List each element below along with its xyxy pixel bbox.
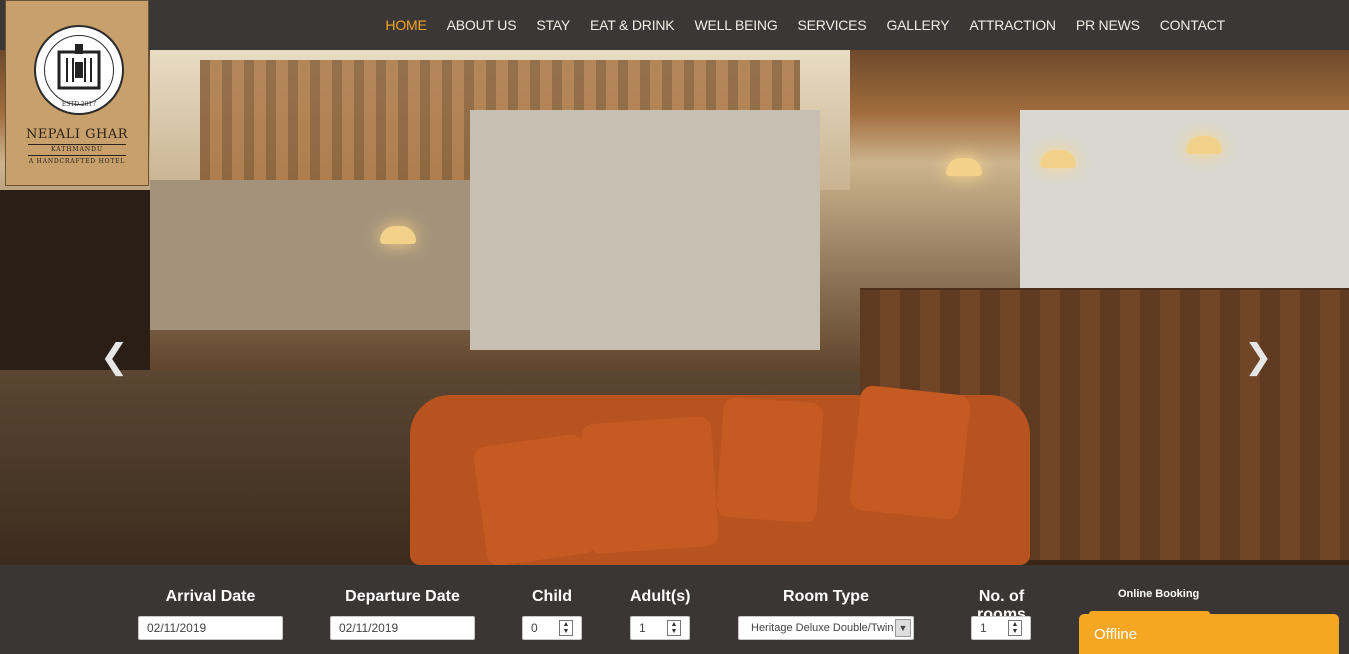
- departure-date-label: Departure Date: [345, 588, 460, 605]
- child-input[interactable]: 0 ▲ ▼: [522, 616, 582, 640]
- nav-home[interactable]: HOME: [375, 17, 436, 33]
- hero-dining-wall: [150, 180, 470, 330]
- adults-value: 1: [639, 621, 646, 635]
- child-value: 0: [531, 621, 538, 635]
- top-nav-bar: HOME ABOUT US STAY EAT & DRINK WELL BEIN…: [0, 0, 1349, 50]
- departure-date-input[interactable]: 02/11/2019: [330, 616, 475, 640]
- arrival-date-field: Arrival Date 02/11/2019: [138, 565, 283, 640]
- logo-emblem: ESTD.2017: [34, 25, 124, 115]
- rooms-field: No. of rooms 1 ▲ ▼: [954, 565, 1049, 640]
- hero-niche-wall: [470, 110, 820, 350]
- logo-brand-name: NEPALI GHAR: [25, 127, 129, 142]
- sofa-cushion: [848, 384, 972, 521]
- booking-bar: Arrival Date 02/11/2019 Departure Date 0…: [0, 565, 1349, 654]
- hero-bar-backwall: [1020, 110, 1349, 290]
- departure-date-field: Departure Date 02/11/2019: [330, 565, 475, 640]
- pendant-lamp-icon: [1040, 150, 1076, 168]
- nav-pr-news[interactable]: PR NEWS: [1066, 17, 1150, 33]
- chat-offline-widget[interactable]: Offline: [1079, 614, 1339, 654]
- chat-status-label: Offline: [1094, 626, 1138, 643]
- child-label: Child: [532, 588, 572, 605]
- logo-city: KATHMANDU: [50, 146, 104, 153]
- pendant-lamp-icon: [946, 158, 982, 176]
- logo-tagline: A HANDCRAFTED HOTEL: [28, 158, 126, 165]
- adults-label: Adult(s): [630, 588, 691, 605]
- arrival-date-label: Arrival Date: [165, 588, 256, 605]
- arrival-date-value: 02/11/2019: [147, 621, 207, 635]
- table-lamp-icon: [380, 226, 416, 244]
- child-field: Child 0 ▲ ▼: [522, 565, 582, 640]
- rooms-label: No. of rooms: [977, 588, 1026, 623]
- sofa-cushion: [715, 396, 825, 524]
- nav-about-us[interactable]: ABOUT US: [437, 17, 527, 33]
- stepper-icon[interactable]: ▲ ▼: [559, 620, 573, 636]
- chevron-left-icon[interactable]: ❮: [100, 340, 129, 374]
- departure-date-value: 02/11/2019: [339, 621, 399, 635]
- hotel-logo[interactable]: ESTD.2017 NEPALI GHAR KATHMANDU A HANDCR…: [5, 0, 149, 186]
- logo-established: ESTD.2017: [61, 101, 97, 108]
- nav-attraction[interactable]: ATTRACTION: [959, 17, 1065, 33]
- chevron-down-icon[interactable]: ▼: [895, 619, 911, 637]
- hero-slider: ❮ ❯: [0, 50, 1349, 565]
- room-type-field: Room Type Heritage Deluxe Double/Twin ▼: [738, 565, 914, 640]
- rooms-input[interactable]: 1 ▲ ▼: [971, 616, 1031, 640]
- nav-stay[interactable]: STAY: [526, 17, 580, 33]
- pendant-lamp-icon: [1186, 136, 1222, 154]
- arrival-date-input[interactable]: 02/11/2019: [138, 616, 283, 640]
- sofa-cushion: [472, 432, 598, 565]
- nav-contact[interactable]: CONTACT: [1150, 17, 1235, 33]
- room-type-value: Heritage Deluxe Double/Twin: [751, 622, 894, 634]
- logo-divider-bottom: [28, 155, 126, 156]
- nav-eat-drink[interactable]: EAT & DRINK: [580, 17, 684, 33]
- logo-emblem-ring: [44, 35, 114, 105]
- adults-field: Adult(s) 1 ▲ ▼: [630, 565, 690, 640]
- main-nav: HOME ABOUT US STAY EAT & DRINK WELL BEIN…: [375, 0, 1235, 50]
- rooms-value: 1: [980, 621, 987, 635]
- nav-well-being[interactable]: WELL BEING: [684, 17, 787, 33]
- stepper-icon[interactable]: ▲ ▼: [667, 620, 681, 636]
- nav-services[interactable]: SERVICES: [788, 17, 877, 33]
- chevron-right-icon[interactable]: ❯: [1244, 340, 1273, 374]
- room-type-label: Room Type: [783, 588, 869, 605]
- logo-divider-top: [28, 144, 126, 145]
- temple-window-icon: [57, 44, 101, 90]
- online-booking-label: Online Booking: [1118, 588, 1200, 600]
- sofa-cushion: [580, 415, 720, 555]
- adults-input[interactable]: 1 ▲ ▼: [630, 616, 690, 640]
- stepper-icon[interactable]: ▲ ▼: [1008, 620, 1022, 636]
- room-type-select[interactable]: Heritage Deluxe Double/Twin ▼: [738, 616, 914, 640]
- nav-gallery[interactable]: GALLERY: [876, 17, 959, 33]
